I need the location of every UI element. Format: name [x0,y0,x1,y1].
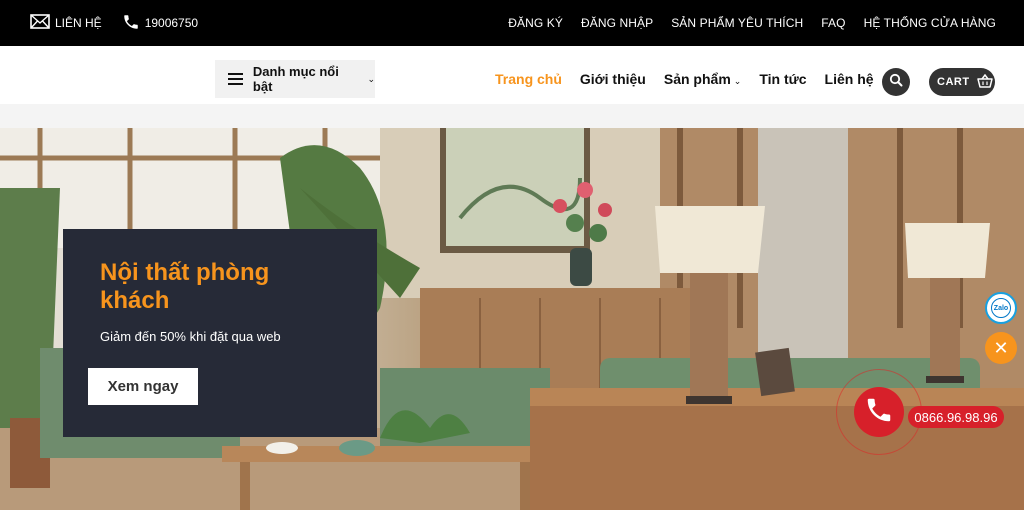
search-icon [889,73,903,92]
cart-button[interactable]: CART [929,68,995,96]
category-menu-button[interactable]: Danh mục nổi bật ⌄ [215,60,375,98]
login-link[interactable]: ĐĂNG NHẬP [581,16,653,30]
contact-label: LIÊN HỆ [55,16,102,30]
phone-icon [122,13,140,34]
account-links: ĐĂNG KÝ ĐĂNG NHẬP SẢN PHẨM YÊU THÍCH FAQ… [508,0,996,46]
phone-link[interactable]: 19006750 [122,13,198,34]
cart-label: CART [937,76,970,88]
promo-card: Nội thất phòng khách Giảm đến 50% khi đặ… [63,229,377,437]
menu-icon [228,73,243,85]
main-nav: Trang chủ Giới thiệu Sản phẩm ⌄ Tin tức L… [495,60,874,98]
phone-icon [864,395,894,430]
nav-contact[interactable]: Liên hệ [825,71,874,87]
top-bar: LIÊN HỆ 19006750 ĐĂNG KÝ ĐĂNG NHẬP SẢN P… [0,0,1024,46]
cart-icon [976,73,993,91]
search-button[interactable] [882,68,910,96]
zalo-icon: Zalo [991,298,1011,318]
hotline-number[interactable]: 0866.96.98.96 [908,406,1004,428]
promo-subtitle: Giảm đến 50% khi đặt qua web [100,329,281,344]
nav-about[interactable]: Giới thiệu [580,71,646,87]
mail-icon [30,14,50,32]
nav-news[interactable]: Tin tức [759,71,806,87]
category-menu-label: Danh mục nổi bật [252,64,339,94]
wishlist-link[interactable]: SẢN PHẨM YÊU THÍCH [671,16,803,30]
faq-link[interactable]: FAQ [821,16,845,30]
call-button[interactable] [854,387,904,437]
register-link[interactable]: ĐĂNG KÝ [508,16,563,30]
view-now-button[interactable]: Xem ngay [88,368,198,405]
promo-title: Nội thất phòng khách [100,259,270,314]
phone-number: 19006750 [144,16,199,30]
top-bar-contacts: LIÊN HỆ 19006750 [30,0,198,46]
nav-products[interactable]: Sản phẩm ⌄ [664,71,741,87]
header-divider [0,104,1024,128]
close-icon: ✕ [993,337,1009,358]
main-header: Danh mục nổi bật ⌄ Trang chủ Giới thiệu … [0,46,1024,104]
contact-link[interactable]: LIÊN HỆ [30,14,102,32]
nav-products-label: Sản phẩm [663,71,731,87]
chevron-down-icon: ⌄ [733,76,742,86]
store-system-link[interactable]: HỆ THỐNG CỬA HÀNG [864,16,996,30]
close-widget-button[interactable]: ✕ [985,332,1017,364]
zalo-button[interactable]: Zalo [985,292,1017,324]
nav-home[interactable]: Trang chủ [495,71,562,87]
chevron-down-icon: ⌄ [367,73,375,84]
